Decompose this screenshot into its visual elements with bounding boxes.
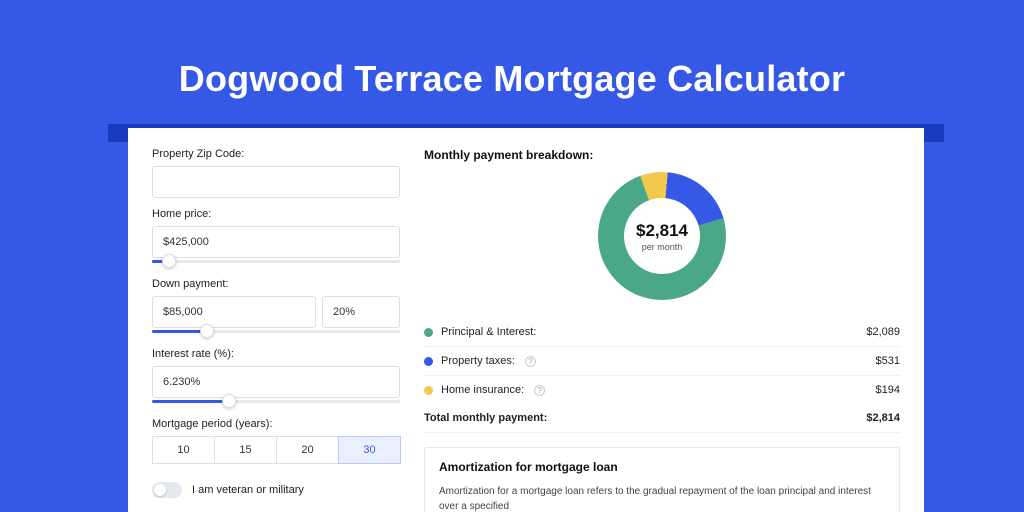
legend-row: Principal & Interest: $2,089 [424,318,900,347]
period-buttons: 10152030 [152,436,400,464]
veteran-label: I am veteran or military [192,484,304,496]
interest-input[interactable] [152,366,400,398]
down-payment-slider[interactable] [152,326,400,338]
legend-value: $2,089 [866,326,900,338]
interest-label: Interest rate (%): [152,348,400,360]
legend-left: Home insurance:? [424,384,545,396]
home-price-slider[interactable] [152,256,400,268]
home-price-input[interactable] [152,226,400,258]
zip-field: Property Zip Code: [152,148,400,198]
slider-track [152,260,400,263]
legend: Principal & Interest: $2,089 Property taxe… [424,318,900,404]
zip-input[interactable] [152,166,400,198]
legend-label: Principal & Interest: [441,326,536,338]
donut-chart: $2,814 per month [598,172,726,300]
slider-fill [152,400,229,403]
legend-label: Property taxes: [441,355,515,367]
zip-label: Property Zip Code: [152,148,400,160]
slider-thumb[interactable] [222,394,236,408]
inputs-column: Property Zip Code: Home price: Down paym… [152,148,400,512]
veteran-row: I am veteran or military [152,482,400,498]
interest-field: Interest rate (%): [152,348,400,408]
legend-value: $194 [876,384,900,396]
amortization-box: Amortization for mortgage loan Amortizat… [424,447,900,512]
legend-row-total: Total monthly payment: $2,814 [424,404,900,433]
info-icon[interactable]: ? [525,356,536,367]
period-btn-15[interactable]: 15 [214,436,277,464]
legend-dot [424,386,433,395]
slider-fill [152,330,207,333]
legend-dot [424,328,433,337]
period-field: Mortgage period (years): 10152030 [152,418,400,464]
home-price-field: Home price: [152,208,400,268]
breakdown-column: Monthly payment breakdown: $2,814 per mo… [424,148,900,512]
legend-row: Property taxes:? $531 [424,347,900,376]
toggle-knob [154,484,166,496]
legend-left: Principal & Interest: [424,326,536,338]
legend-total-value: $2,814 [866,412,900,424]
donut-amount: $2,814 [636,221,688,241]
veteran-toggle[interactable] [152,482,182,498]
amortization-text: Amortization for a mortgage loan refers … [439,484,885,512]
interest-slider[interactable] [152,396,400,408]
down-payment-label: Down payment: [152,278,400,290]
legend-dot [424,357,433,366]
slider-thumb[interactable] [200,324,214,338]
period-btn-10[interactable]: 10 [152,436,215,464]
calculator-card: Property Zip Code: Home price: Down paym… [128,128,924,512]
legend-left: Property taxes:? [424,355,536,367]
amortization-title: Amortization for mortgage loan [439,460,885,474]
donut-wrap: $2,814 per month [424,172,900,300]
breakdown-title: Monthly payment breakdown: [424,148,900,162]
slider-thumb[interactable] [162,254,176,268]
down-payment-pct-input[interactable] [322,296,400,328]
period-btn-30[interactable]: 30 [338,436,401,464]
info-icon[interactable]: ? [534,385,545,396]
app-root: Dogwood Terrace Mortgage Calculator Prop… [0,0,1024,512]
down-payment-row [152,296,400,328]
down-payment-input[interactable] [152,296,316,328]
legend-value: $531 [876,355,900,367]
legend-row: Home insurance:? $194 [424,376,900,404]
page-title: Dogwood Terrace Mortgage Calculator [0,0,1024,100]
legend-label: Home insurance: [441,384,524,396]
donut-sub: per month [642,242,683,252]
period-btn-20[interactable]: 20 [276,436,339,464]
down-payment-field: Down payment: [152,278,400,338]
period-label: Mortgage period (years): [152,418,400,430]
legend-total-label: Total monthly payment: [424,412,547,424]
home-price-label: Home price: [152,208,400,220]
donut-center: $2,814 per month [624,198,700,274]
